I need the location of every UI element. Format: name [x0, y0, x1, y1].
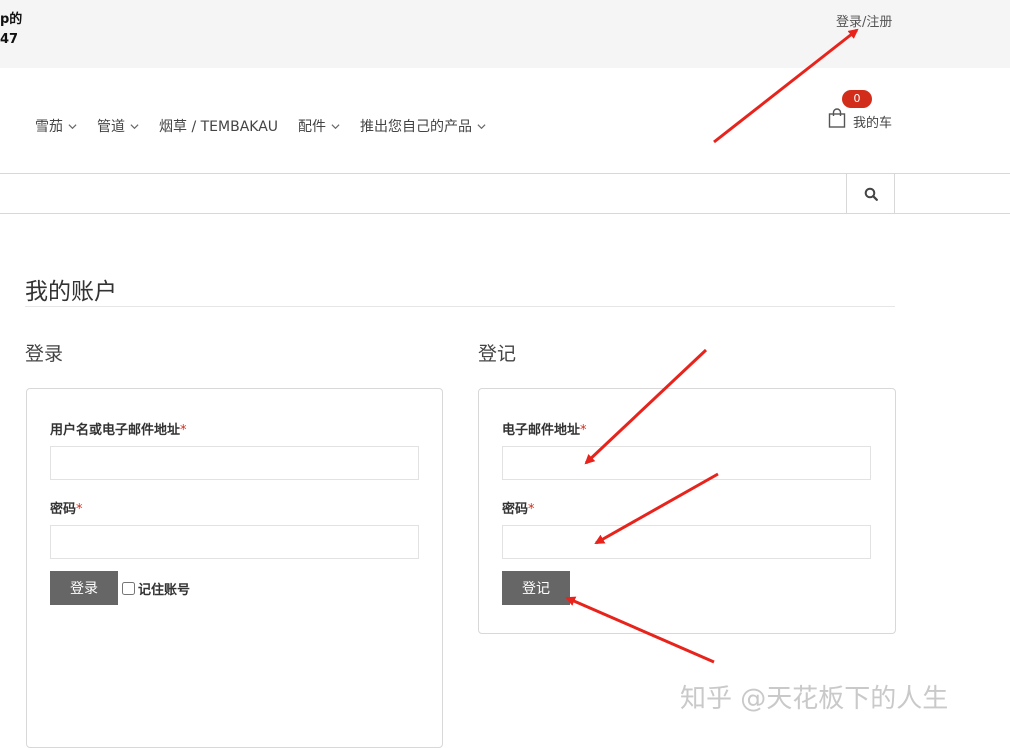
nav-item-label: 推出您自己的产品: [360, 119, 473, 135]
chevron-down-icon: [68, 123, 77, 129]
login-form: 用户名或电子邮件地址* 密码* 登录 记住账号: [26, 388, 443, 748]
truncated-header-text: p的 47: [0, 10, 22, 50]
email-label: 电子邮件地址*: [502, 419, 587, 438]
password-label: 密码*: [50, 498, 83, 517]
register-password-input[interactable]: [502, 525, 871, 559]
watermark: 知乎 @天花板下的人生: [680, 684, 949, 714]
truncated-text-line-2: 47: [0, 32, 19, 47]
chevron-down-icon: [477, 123, 486, 129]
search-input[interactable]: [0, 174, 850, 215]
required-mark: *: [76, 502, 83, 517]
required-mark: *: [580, 423, 587, 438]
nav-item-accessories[interactable]: 配件: [298, 116, 340, 136]
required-mark: *: [180, 423, 187, 438]
register-button[interactable]: 登记: [502, 571, 570, 605]
nav-item-label: 烟草 / TEMBAKAU: [159, 119, 279, 135]
shopping-bag-icon: [828, 108, 846, 128]
nav-item-custom-products[interactable]: 推出您自己的产品: [360, 116, 486, 136]
search-icon: [864, 187, 878, 201]
required-mark: *: [528, 502, 535, 517]
truncated-text-line-1: p的: [0, 12, 23, 27]
nav-item-tobacco[interactable]: 烟草 / TEMBAKAU: [159, 116, 278, 136]
register-password-label: 密码*: [502, 498, 535, 517]
password-input[interactable]: [50, 525, 419, 559]
email-input[interactable]: [502, 446, 871, 480]
search-button[interactable]: [846, 174, 895, 213]
username-label: 用户名或电子邮件地址*: [50, 419, 187, 438]
remember-me-label: 记住账号: [138, 583, 191, 598]
title-divider: [25, 306, 895, 307]
search-bar: [0, 173, 1010, 215]
nav-item-pipes[interactable]: 管道: [97, 116, 139, 136]
nav-item-label: 配件: [298, 119, 327, 135]
cart-label: 我的车: [853, 116, 893, 131]
password-label-text: 密码: [50, 502, 77, 517]
login-register-link[interactable]: 登录/注册: [836, 11, 892, 30]
email-label-text: 电子邮件地址: [502, 423, 581, 438]
remember-me[interactable]: 记住账号: [122, 579, 190, 598]
nav-menu: 雪茄 管道 烟草 / TEMBAKAU 配件 推出您自己的产品: [35, 116, 486, 136]
register-form: 电子邮件地址* 密码* 登记: [478, 388, 896, 634]
username-input[interactable]: [50, 446, 419, 480]
main-navigation: 雪茄 管道 烟草 / TEMBAKAU 配件 推出您自己的产品 0 我的车: [0, 68, 1010, 173]
register-heading: 登记: [478, 343, 517, 365]
page-title: 我的账户: [25, 279, 117, 305]
nav-item-label: 雪茄: [35, 119, 63, 135]
remember-me-checkbox[interactable]: [122, 582, 135, 595]
cart-button[interactable]: 0 我的车: [828, 90, 908, 136]
login-heading: 登录: [25, 343, 64, 365]
username-label-text: 用户名或电子邮件地址: [50, 423, 181, 438]
cart-count-badge: 0: [842, 90, 872, 108]
top-utility-bar: p的 47 登录/注册: [0, 0, 1010, 68]
nav-item-cigars[interactable]: 雪茄: [35, 116, 77, 136]
register-password-label-text: 密码: [502, 502, 529, 517]
chevron-down-icon: [331, 123, 340, 129]
login-button[interactable]: 登录: [50, 571, 118, 605]
chevron-down-icon: [130, 123, 139, 129]
nav-item-label: 管道: [97, 119, 125, 135]
